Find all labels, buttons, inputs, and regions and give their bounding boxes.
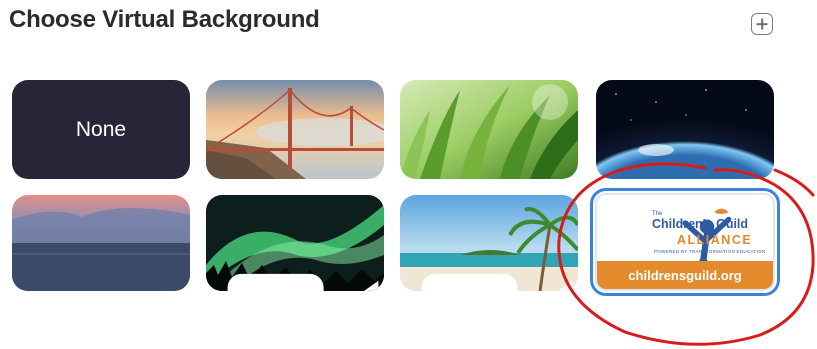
background-sunset-ocean-tile[interactable] (12, 195, 190, 291)
page-title: Choose Virtual Background (9, 6, 320, 33)
background-none-tile[interactable]: None (12, 80, 190, 179)
sunset-ocean-image (12, 195, 190, 291)
background-aurora-tile[interactable] (206, 195, 384, 291)
add-background-button[interactable] (751, 13, 773, 35)
none-label: None (75, 117, 127, 141)
annotation-circle (557, 162, 815, 346)
golden-gate-image (206, 80, 384, 179)
video-camera-icon (227, 273, 379, 291)
background-golden-gate-tile[interactable] (206, 80, 384, 179)
